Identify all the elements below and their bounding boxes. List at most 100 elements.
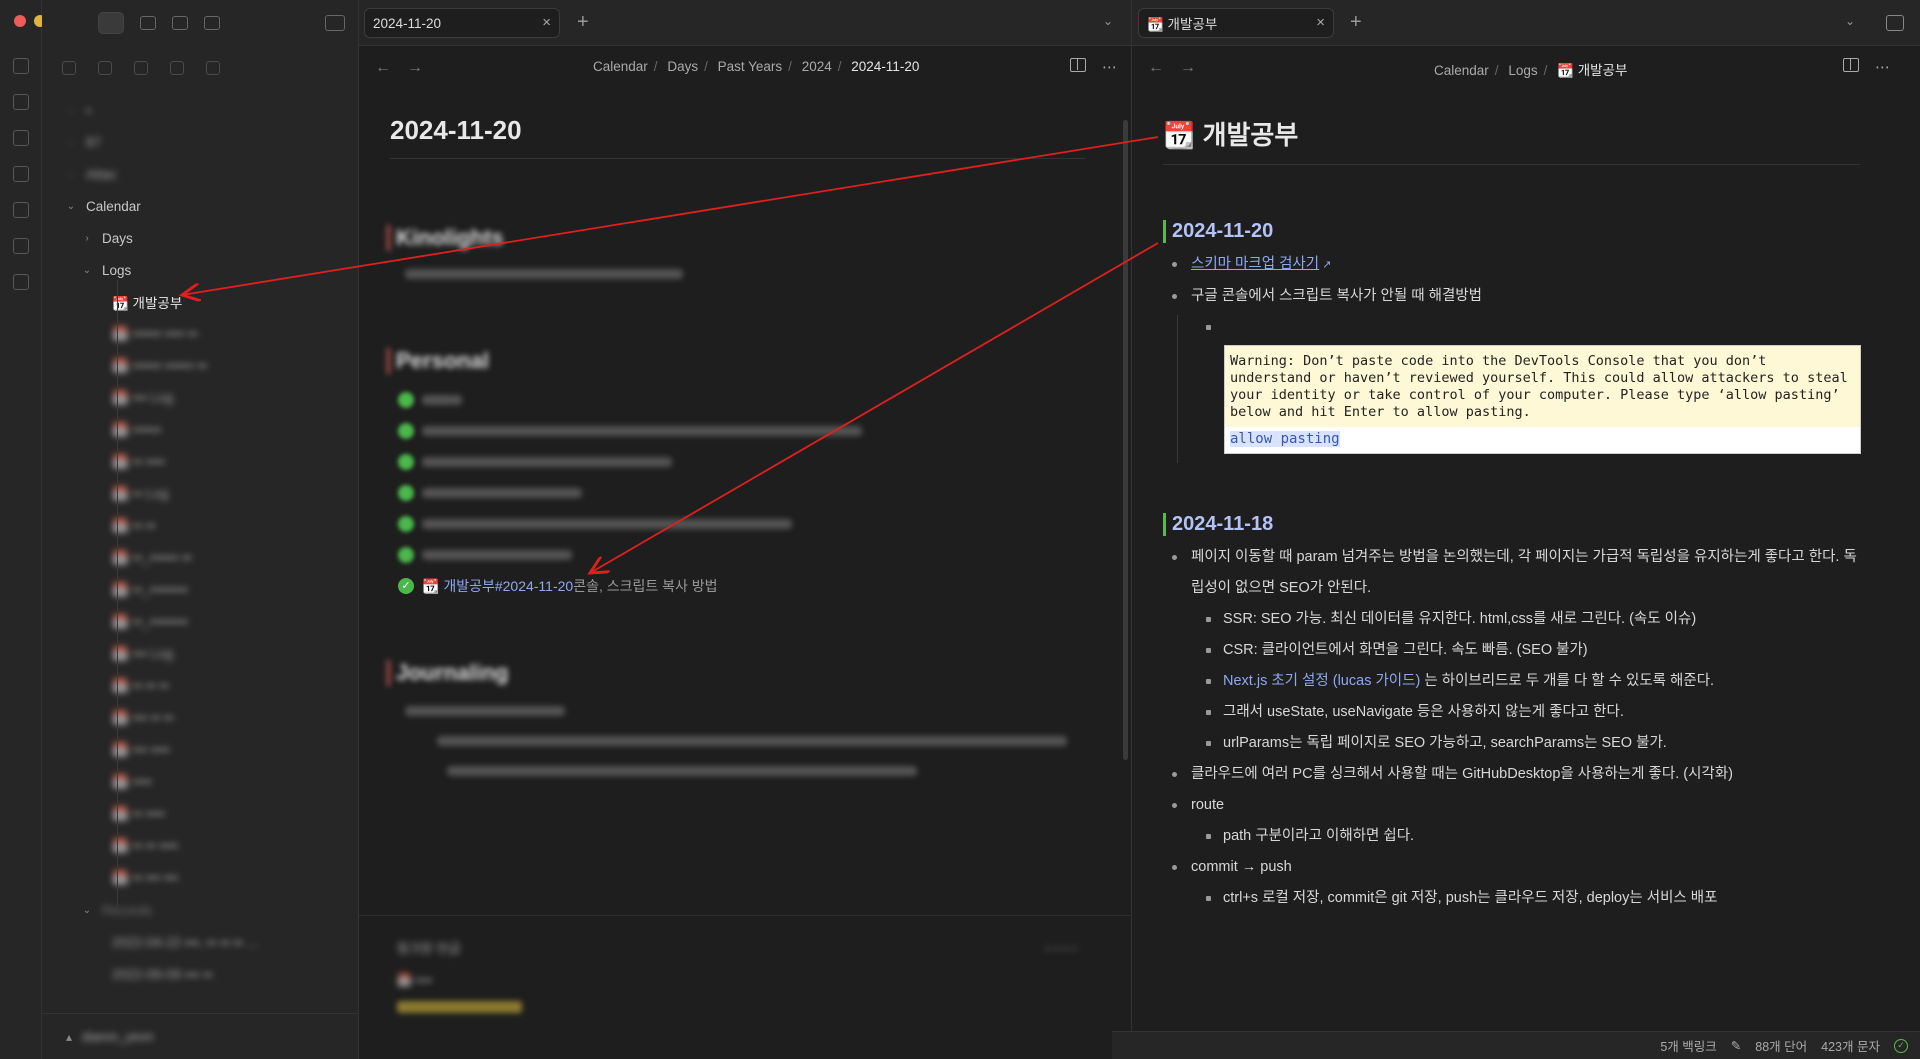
word-count: 88개 단어 [1755, 1040, 1808, 1054]
crumb[interactable]: 2024 [802, 59, 832, 74]
edit-pen-icon[interactable]: ✎ [1731, 1038, 1741, 1053]
breadcrumb: Calendar / Logs / 📆 개발공부 [1434, 63, 1628, 78]
tab-dev-study[interactable]: 📆 개발공부 × [1138, 8, 1334, 38]
reading-mode-icon[interactable] [1070, 58, 1086, 72]
search-icon[interactable] [140, 16, 156, 30]
crumb[interactable]: Days [667, 59, 698, 74]
tree-file[interactable]: 📆 ▪▪ ▪▪▪ ▪▪▪ [42, 862, 358, 894]
backlink-item[interactable]: 📆 ▪▪▪▪ [397, 973, 1077, 987]
tree-file[interactable]: 📆 ▪▪_▪▪▪▪▪▪▪▪ [42, 574, 358, 606]
tree-file[interactable]: 📆 ▪▪▪ ▪▪▪▪ [42, 734, 358, 766]
files-tab-icon[interactable] [98, 12, 124, 34]
back-arrow-icon[interactable]: ← [375, 59, 391, 77]
tree-folder[interactable]: › ▪ [42, 94, 358, 126]
right-sidebar-toggle-icon[interactable] [1886, 15, 1904, 31]
graph-icon[interactable] [13, 130, 29, 146]
tree-file[interactable]: 2022-04-22 ▪▪▪, ▪▪ ▪▪ ▪▪ ... [42, 926, 358, 958]
external-link[interactable]: 스키마 마크업 검사기 [1191, 256, 1319, 272]
tree-file-active[interactable]: 📆 개발공부 [42, 286, 358, 318]
backlinks-header[interactable]: 링크된 언급 [397, 938, 460, 957]
tab-2024-11-20[interactable]: 2024-11-20 × [364, 8, 560, 38]
canvas-icon[interactable] [13, 166, 29, 182]
tab-close-icon[interactable]: × [1316, 14, 1325, 31]
backlinks-panel: 링크된 언급 ▪ ▪ ▪ ▪ 📆 ▪▪▪▪ [397, 938, 1077, 1013]
new-folder-icon[interactable] [98, 61, 112, 75]
left-note-content: 2024-11-20 [390, 115, 1086, 159]
pen-icon[interactable] [134, 61, 148, 75]
bookmark-icon[interactable] [172, 16, 188, 30]
section-heading: Journaling [387, 660, 1083, 686]
more-options-icon[interactable]: ⋯ [1875, 58, 1890, 76]
close-window-button[interactable] [14, 15, 26, 27]
tree-file[interactable]: 2022-09-09 ▪▪▪ ▪▪ [42, 958, 358, 990]
internal-link[interactable]: Next.js 초기 설정 (lucas 가이드) [1223, 673, 1420, 689]
tree-file[interactable]: 📆 ▪▪ ▪▪ ▪▪ [42, 670, 358, 702]
tree-file[interactable]: 📆 ▪▪▪▪ [42, 766, 358, 798]
file-explorer-sidebar: › ▪ › 87 › Attac ⌄ Calendar › Days ⌄ Logs 📆 개발… [42, 0, 359, 1059]
tree-folder-logs[interactable]: ⌄ Logs [42, 254, 358, 286]
task-item[interactable] [398, 384, 1083, 415]
tree-file[interactable]: 📆 ▪▪▪ ▪▪ ▪▪ [42, 702, 358, 734]
back-arrow-icon[interactable]: ← [1148, 59, 1164, 77]
tree-folder-records[interactable]: ⌄ Records [42, 894, 358, 926]
crumb[interactable]: Calendar [593, 59, 648, 74]
tab-list-dropdown-icon[interactable]: ⌄ [1845, 14, 1855, 28]
new-tab-button[interactable]: + [577, 12, 589, 32]
tree-file[interactable]: 📆 ▪▪▪▪▪▪ ▪▪▪▪▪▪ ▪▪ [42, 350, 358, 382]
tree-folder-calendar[interactable]: ⌄ Calendar [42, 190, 358, 222]
tab-close-icon[interactable]: × [542, 14, 551, 31]
list-item: 스키마 마크업 검사기 ↗ [1163, 249, 1860, 281]
tree-file[interactable]: 📆 ▪▪_▪▪▪▪▪▪▪▪ [42, 606, 358, 638]
new-tab-button[interactable]: + [1350, 12, 1362, 32]
task-item[interactable] [398, 477, 1083, 508]
forward-arrow-icon[interactable]: → [407, 59, 423, 77]
section-2024-11-18: 2024-11-18 페이지 이동할 때 param 넘겨주는 방법을 논의했는… [1163, 513, 1860, 914]
tree-file[interactable]: 📆 ▪▪▪▪▪▪ ▪▪▪▪ ▪▪ [42, 318, 358, 350]
typed-command: allow pasting [1225, 427, 1860, 453]
tree-file[interactable]: 📆 ▪▪▪ Log [42, 382, 358, 414]
tab-list-dropdown-icon[interactable]: ⌄ [1103, 14, 1113, 28]
publish-icon[interactable] [13, 274, 29, 290]
scrollbar[interactable] [1123, 120, 1128, 760]
tree-file[interactable]: 📆 ▪▪▪▪▪▪ [42, 414, 358, 446]
command-icon[interactable] [13, 202, 29, 218]
collapse-icon[interactable] [206, 61, 220, 75]
tree-file[interactable]: 📆 ▪▪ Log [42, 478, 358, 510]
task-item[interactable] [398, 446, 1083, 477]
checkbox-checked-icon[interactable]: ✓ [398, 577, 414, 594]
tree-folder-days[interactable]: › Days [42, 222, 358, 254]
crumb[interactable]: Logs [1508, 63, 1537, 78]
tree-file[interactable]: 📆 ▪▪▪ Log [42, 638, 358, 670]
tag-icon[interactable] [204, 16, 220, 30]
list-item: 클라우드에 여러 PC를 싱크해서 사용할 때는 GitHubDesktop을 … [1163, 759, 1860, 790]
template-icon[interactable] [13, 238, 29, 254]
internal-link[interactable]: 📆 개발공부#2024-11-20 [422, 576, 573, 596]
tree-file[interactable]: 📆 ▪▪_▪▪▪▪▪▪ ▪▪ [42, 542, 358, 574]
task-item-linked[interactable]: ✓ 📆 개발공부#2024-11-20 콘솔, 스크립트 복사 방법 [398, 570, 1083, 601]
tree-folder[interactable]: › Attac [42, 158, 358, 190]
task-item[interactable] [398, 415, 1083, 446]
sync-status-icon[interactable]: ✓ [1894, 1038, 1908, 1053]
sort-icon[interactable] [170, 61, 184, 75]
tree-file[interactable]: 📆 ▪▪ ▪▪▪▪ [42, 798, 358, 830]
tree-folder[interactable]: › 87 [42, 126, 358, 158]
vault-switcher[interactable]: ▴ daeon_yeon [42, 1013, 359, 1059]
calendar-icon[interactable] [13, 94, 29, 110]
more-options-icon[interactable]: ⋯ [1102, 58, 1117, 76]
task-item[interactable] [398, 539, 1083, 570]
crumb[interactable]: Calendar [1434, 63, 1489, 78]
new-note-icon[interactable] [62, 61, 76, 75]
tree-file[interactable]: 📆 ▪▪ ▪▪ ▪▪▪▪ [42, 830, 358, 862]
task-item[interactable] [398, 508, 1083, 539]
code-block[interactable]: Warning: Don’t paste code into the DevTo… [1224, 345, 1861, 454]
tree-file[interactable]: 📆 ▪▪ ▪▪ [42, 510, 358, 542]
backlink-count[interactable]: 5개 백링크 [1660, 1036, 1716, 1055]
tree-file[interactable]: 📆 ▪▪ ▪▪▪▪ [42, 446, 358, 478]
sidebar-toggle-icon[interactable] [325, 15, 345, 31]
forward-arrow-icon[interactable]: → [1180, 59, 1196, 77]
section-kinolights: Kinolights [387, 225, 1083, 279]
switcher-icon[interactable] [13, 58, 29, 74]
backlink-tools[interactable]: ▪ ▪ ▪ ▪ [1045, 940, 1077, 956]
reading-mode-icon[interactable] [1843, 58, 1859, 72]
crumb[interactable]: Past Years [718, 59, 783, 74]
